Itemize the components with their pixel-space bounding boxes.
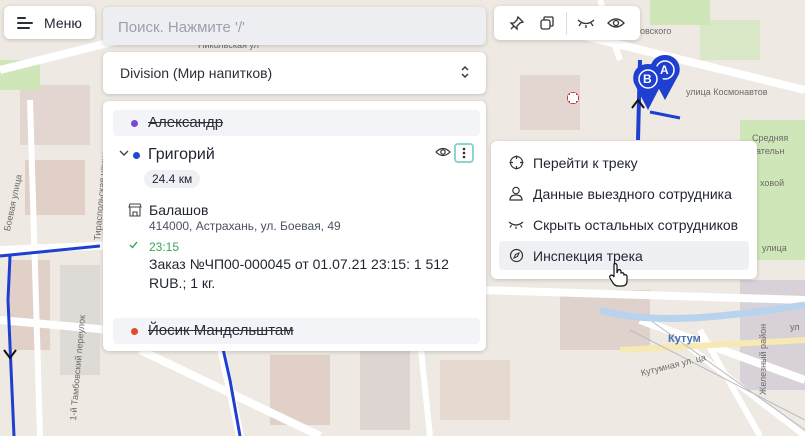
check-icon <box>129 241 138 249</box>
employee-name: Александр <box>148 114 224 131</box>
stop-name: Балашов <box>149 202 209 218</box>
copy-icon <box>540 16 554 30</box>
employee-row-yosik[interactable]: Йосик Мандельштам <box>113 318 480 344</box>
river-label: Кутум <box>668 333 701 345</box>
eye-icon <box>607 18 625 28</box>
street-label: ательн <box>756 146 785 156</box>
more-options-button[interactable] <box>454 143 474 163</box>
menu-item-go-to-track[interactable]: Перейти к треку <box>499 148 749 177</box>
context-menu: Перейти к треку Данные выездного сотрудн… <box>491 141 757 279</box>
show-all-button[interactable] <box>601 8 631 38</box>
hand-cursor-icon <box>609 263 628 287</box>
order-text: Заказ №ЧП00-000045 от 01.07.21 23:15: 1 … <box>149 256 449 291</box>
marker-a-label: A <box>660 63 669 77</box>
menu-item-label: Скрыть остальных сотрудников <box>533 216 739 233</box>
division-select[interactable]: Division (Мир напитков) <box>103 52 486 94</box>
street-label: улица Космонавтов <box>686 87 768 97</box>
marker-b-label: B <box>643 72 652 86</box>
menu-button[interactable]: Меню <box>4 6 95 39</box>
menu-icon <box>17 16 33 29</box>
menu-item-label: Данные выездного сотрудника <box>533 185 732 202</box>
distance-badge: 24.4 км <box>144 170 201 188</box>
eye-closed-icon <box>577 19 595 28</box>
employee-color-dot <box>131 120 138 127</box>
employee-color-dot <box>131 328 138 335</box>
compass-icon <box>508 248 524 264</box>
chevron-up-down-icon <box>461 66 469 78</box>
employee-row-grigoriy[interactable]: Григорий <box>113 143 480 169</box>
street-label: улица <box>762 243 787 253</box>
street-label: Средняя <box>752 133 789 143</box>
pin-icon <box>509 15 525 31</box>
employee-name: Григорий <box>148 146 215 163</box>
street-label: ул <box>790 322 800 332</box>
map-toolbar <box>494 6 640 40</box>
employee-name: Йосик Мандельштам <box>148 322 294 339</box>
hide-all-button[interactable] <box>571 8 601 38</box>
store-icon <box>128 203 142 217</box>
search-box[interactable] <box>103 7 486 47</box>
eye-closed-icon <box>508 217 524 233</box>
event-time: 23:15 <box>149 240 180 254</box>
employee-row-aleksandr[interactable]: Александр <box>113 110 480 136</box>
employee-color-dot <box>133 152 140 159</box>
crosshair-icon <box>508 155 524 171</box>
copy-button[interactable] <box>532 8 562 38</box>
menu-item-hide-others[interactable]: Скрыть остальных сотрудников <box>499 210 749 239</box>
menu-label: Меню <box>44 14 82 31</box>
stop-address: 414000, Астрахань, ул. Боевая, 49 <box>149 219 341 233</box>
toolbar-divider <box>566 12 567 34</box>
menu-item-label: Перейти к треку <box>533 154 638 171</box>
search-input[interactable] <box>116 7 480 47</box>
eye-icon[interactable] <box>435 146 451 158</box>
more-vertical-icon <box>462 147 466 159</box>
user-icon <box>508 186 524 202</box>
street-label: ховой <box>760 178 785 188</box>
street-label: овского <box>640 26 672 36</box>
menu-item-employee-data[interactable]: Данные выездного сотрудника <box>499 179 749 208</box>
pin-button[interactable] <box>502 8 532 38</box>
chevron-down-icon[interactable] <box>119 149 129 157</box>
district-label: Железный район <box>758 323 768 395</box>
division-label: Division (Мир напитков) <box>120 65 273 81</box>
employee-panel: Александр Григорий 24.4 км Балашов 41400… <box>103 101 486 351</box>
